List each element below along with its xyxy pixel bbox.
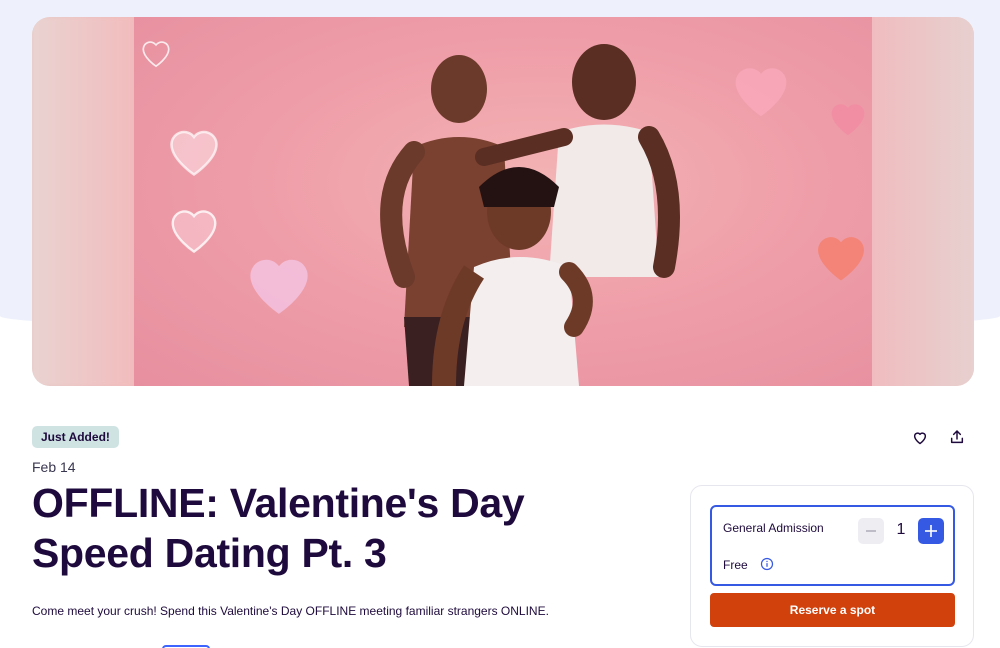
hero-image bbox=[32, 17, 974, 386]
event-title-line2: Speed Dating Pt. 3 bbox=[32, 530, 387, 576]
ticket-card: General Admission Free 1 Reserve a spot bbox=[690, 485, 974, 647]
heart-decoration-icon bbox=[170, 130, 218, 177]
event-title-line1: OFFLINE: Valentine's Day bbox=[32, 480, 525, 526]
minus-icon bbox=[866, 530, 876, 532]
reserve-spot-button[interactable]: Reserve a spot bbox=[710, 593, 955, 627]
plus-icon bbox=[925, 525, 937, 537]
heart-decoration-icon bbox=[171, 210, 217, 254]
ticket-name: General Admission bbox=[723, 521, 824, 535]
people-illustration bbox=[380, 44, 680, 386]
event-title: OFFLINE: Valentine's Day Speed Dating Pt… bbox=[32, 478, 632, 578]
hero-photo bbox=[134, 17, 872, 386]
share-upload-icon bbox=[950, 430, 964, 444]
hero-side-blur-left bbox=[32, 17, 134, 386]
info-icon[interactable] bbox=[760, 557, 774, 571]
ticket-selector[interactable]: General Admission Free 1 bbox=[710, 505, 955, 586]
heart-decoration-icon bbox=[250, 259, 308, 314]
hero-side-blur-right bbox=[872, 17, 974, 386]
heart-decoration-icon bbox=[818, 237, 864, 281]
event-description: Come meet your crush! Spend this Valenti… bbox=[32, 604, 549, 618]
heart-outline-icon bbox=[913, 431, 927, 444]
quantity-decrease-button[interactable] bbox=[858, 518, 884, 544]
ticket-price: Free bbox=[723, 558, 748, 572]
just-added-badge: Just Added! bbox=[32, 426, 119, 448]
event-date: Feb 14 bbox=[32, 459, 76, 475]
heart-decoration-icon bbox=[142, 41, 170, 68]
share-button[interactable] bbox=[945, 425, 969, 449]
quantity-value: 1 bbox=[896, 521, 906, 538]
quantity-increase-button[interactable] bbox=[918, 518, 944, 544]
heart-decoration-icon bbox=[831, 104, 865, 136]
like-button[interactable] bbox=[908, 425, 932, 449]
heart-decoration-icon bbox=[735, 68, 787, 117]
